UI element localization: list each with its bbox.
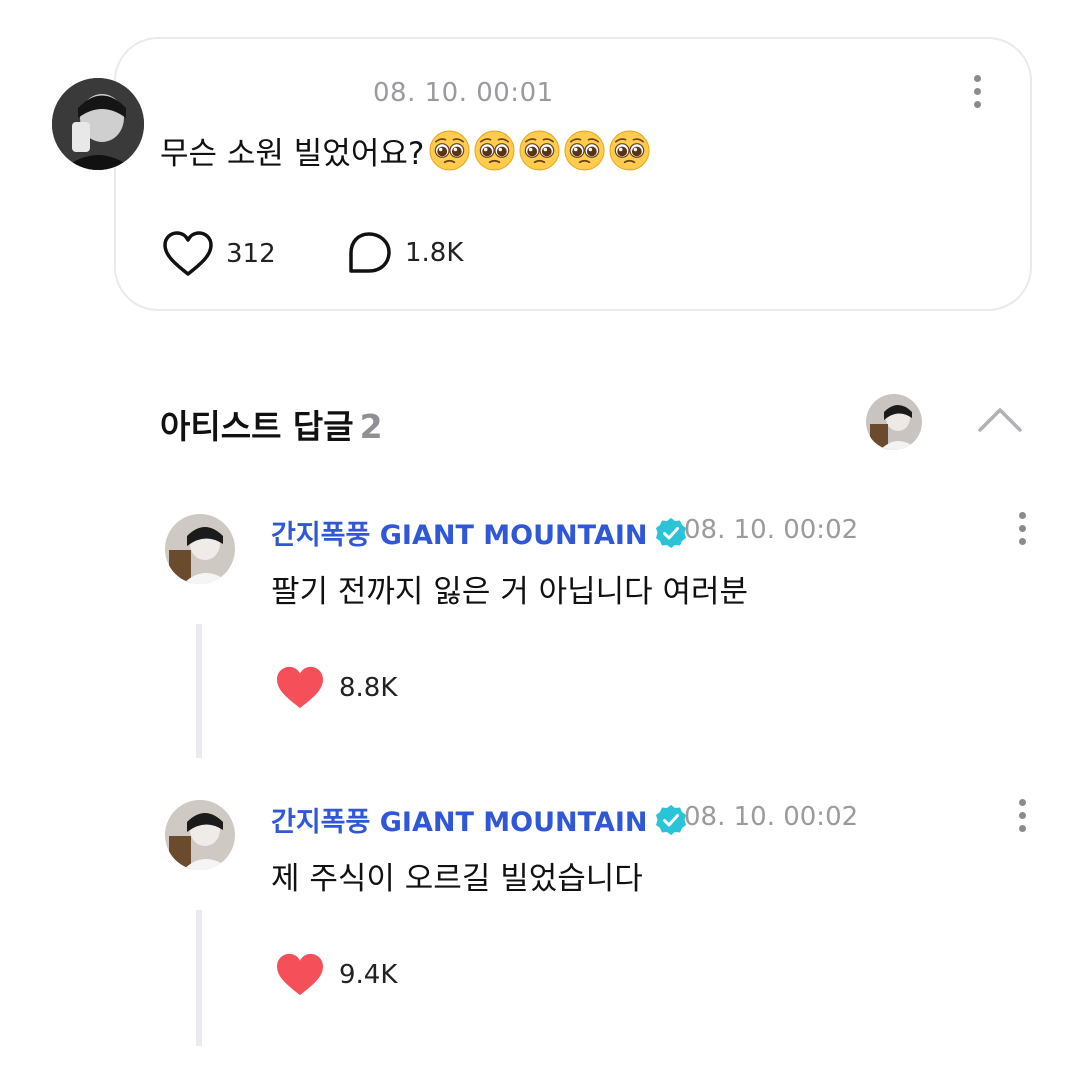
reply-author-name[interactable]: 간지폭풍 GIANT MOUNTAIN	[271, 800, 687, 839]
artist-replies-header: 아티스트 답글 2	[160, 400, 383, 448]
reply-like-count: 8.8K	[339, 673, 398, 703]
reply-like-button[interactable]: 8.8K	[275, 665, 397, 711]
thread-line	[196, 910, 202, 1046]
reply-author-avatar[interactable]	[165, 800, 235, 870]
reply-timestamp: 08. 10. 00:02	[684, 515, 859, 545]
reply-more-menu-icon[interactable]	[1015, 799, 1029, 832]
reply-author-name[interactable]: 간지폭풍 GIANT MOUNTAIN	[271, 513, 687, 552]
reply-like-button[interactable]: 9.4K	[275, 952, 397, 998]
verified-badge-icon	[656, 517, 687, 548]
pleading-face-icon	[564, 130, 605, 171]
post-body: 무슨 소원 빌었어요?	[160, 128, 651, 173]
reply-text: 팔기 전까지 잃은 거 아닙니다 여러분	[271, 574, 749, 610]
reply-author-avatar[interactable]	[165, 514, 235, 584]
emoji-row	[426, 129, 651, 172]
pleading-face-icon	[429, 130, 470, 171]
pleading-face-icon	[609, 130, 650, 171]
comment-bubble-icon	[349, 232, 391, 273]
post-comment-count: 1.8K	[405, 238, 464, 268]
post-like-button[interactable]: 312	[162, 230, 276, 278]
verified-badge-icon	[656, 804, 687, 835]
post-text: 무슨 소원 빌었어요?	[160, 136, 425, 172]
heart-filled-icon	[277, 953, 323, 996]
heart-outline-icon	[163, 231, 213, 276]
thread-line	[196, 624, 202, 758]
chevron-up-icon[interactable]	[976, 404, 1024, 434]
section-title: 아티스트 답글	[160, 407, 354, 446]
reply-like-count: 9.4K	[339, 960, 398, 990]
reply-more-menu-icon[interactable]	[1015, 512, 1029, 545]
pleading-face-icon	[474, 130, 515, 171]
artist-avatar-small[interactable]	[866, 394, 922, 450]
reply-text: 제 주식이 오르길 빌었습니다	[271, 861, 643, 897]
pleading-face-icon	[519, 130, 560, 171]
heart-filled-icon	[277, 666, 323, 709]
post-more-menu-icon[interactable]	[970, 75, 984, 108]
post-like-count: 312	[226, 239, 276, 269]
section-count: 2	[359, 407, 383, 446]
post-author-avatar[interactable]	[52, 78, 144, 170]
post-timestamp: 08. 10. 00:01	[373, 78, 554, 108]
post-comment-button[interactable]: 1.8K	[345, 230, 463, 276]
reply-timestamp: 08. 10. 00:02	[684, 802, 859, 832]
